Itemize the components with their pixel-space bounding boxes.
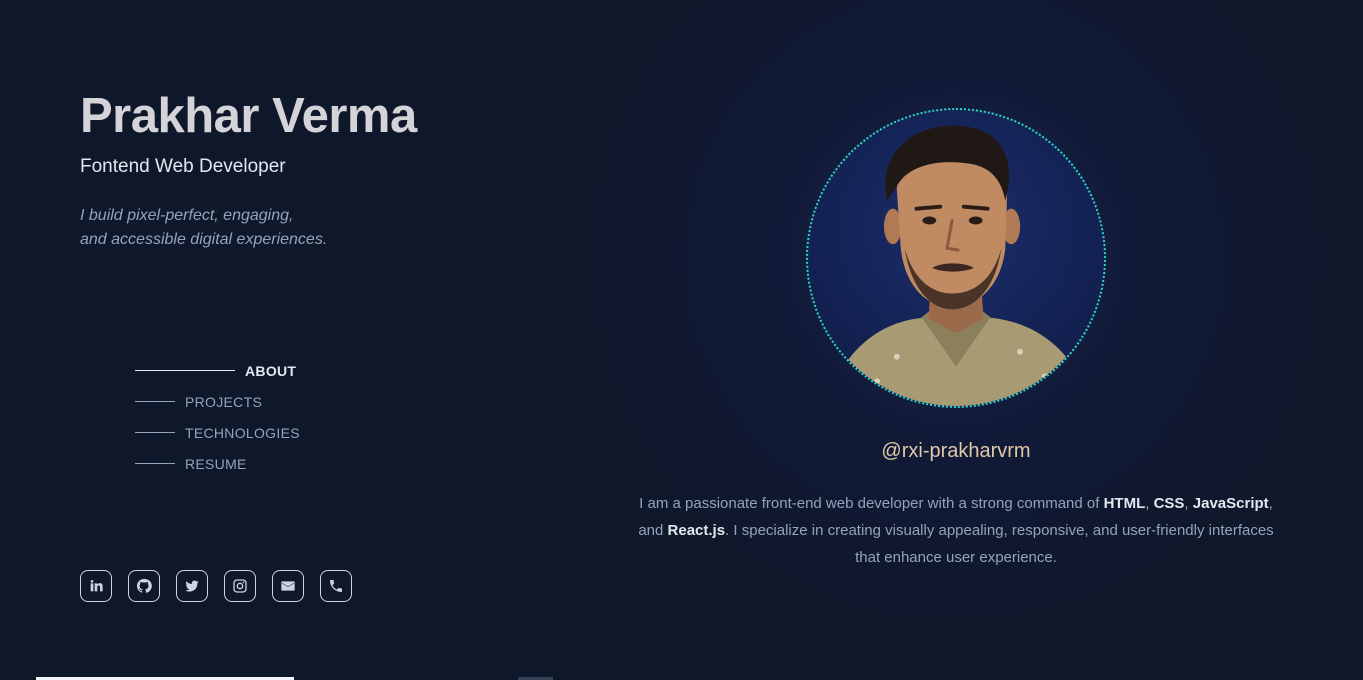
nav-item-projects[interactable]: PROJECTS [135,386,300,417]
nav-item-label: RESUME [185,455,247,472]
profile-handle: @rxi-prakharvrm [881,440,1031,462]
phone-link[interactable] [320,570,352,602]
instagram-link[interactable] [224,570,256,602]
profile-role: Fontend Web Developer [80,156,286,177]
instagram-icon [233,579,247,593]
mail-icon [281,581,295,591]
bio-tech-html: HTML [1103,495,1146,512]
twitter-link[interactable] [176,570,208,602]
nav-item-about[interactable]: ABOUT [135,355,300,386]
nav-indicator-line [135,432,175,433]
nav-indicator-line [135,401,175,402]
nav-item-label: TECHNOLOGIES [185,424,300,441]
linkedin-link[interactable] [80,570,112,602]
linkedin-icon [90,580,103,592]
nav-item-technologies[interactable]: TECHNOLOGIES [135,417,300,448]
bio-text: , [1184,495,1193,512]
nav-indicator-line [135,463,175,464]
profile-tagline: I build pixel-perfect, engaging, and acc… [80,204,327,252]
phone-icon [330,580,342,592]
bio-text: I am a passionate front-end web develope… [639,495,1104,512]
github-icon [136,578,152,593]
nav-item-label: PROJECTS [185,393,263,410]
profile-avatar [806,108,1106,408]
nav-item-label: ABOUT [245,362,297,379]
bio-text: , [1145,495,1154,512]
tagline-line-1: I build pixel-perfect, engaging, [80,207,294,224]
profile-photo-illustration [837,125,1080,406]
nav-item-resume[interactable]: RESUME [135,448,300,479]
section-nav: ABOUT PROJECTS TECHNOLOGIES RESUME [135,355,300,479]
portfolio-page: Prakhar Verma Fontend Web Developer I bu… [0,0,1363,680]
bio-tech-css: CSS [1153,495,1185,512]
social-links [80,570,352,602]
tagline-line-2: and accessible digital experiences. [80,231,328,248]
profile-name: Prakhar Verma [80,89,417,143]
bio-tech-react: React.js [667,522,726,539]
twitter-icon [185,580,199,592]
bio-tech-javascript: JavaScript [1192,495,1269,512]
email-link[interactable] [272,570,304,602]
bio-text: . I specialize in creating visually appe… [725,522,1274,566]
nav-indicator-line [135,370,235,371]
github-link[interactable] [128,570,160,602]
about-bio: I am a passionate front-end web develope… [634,490,1278,571]
